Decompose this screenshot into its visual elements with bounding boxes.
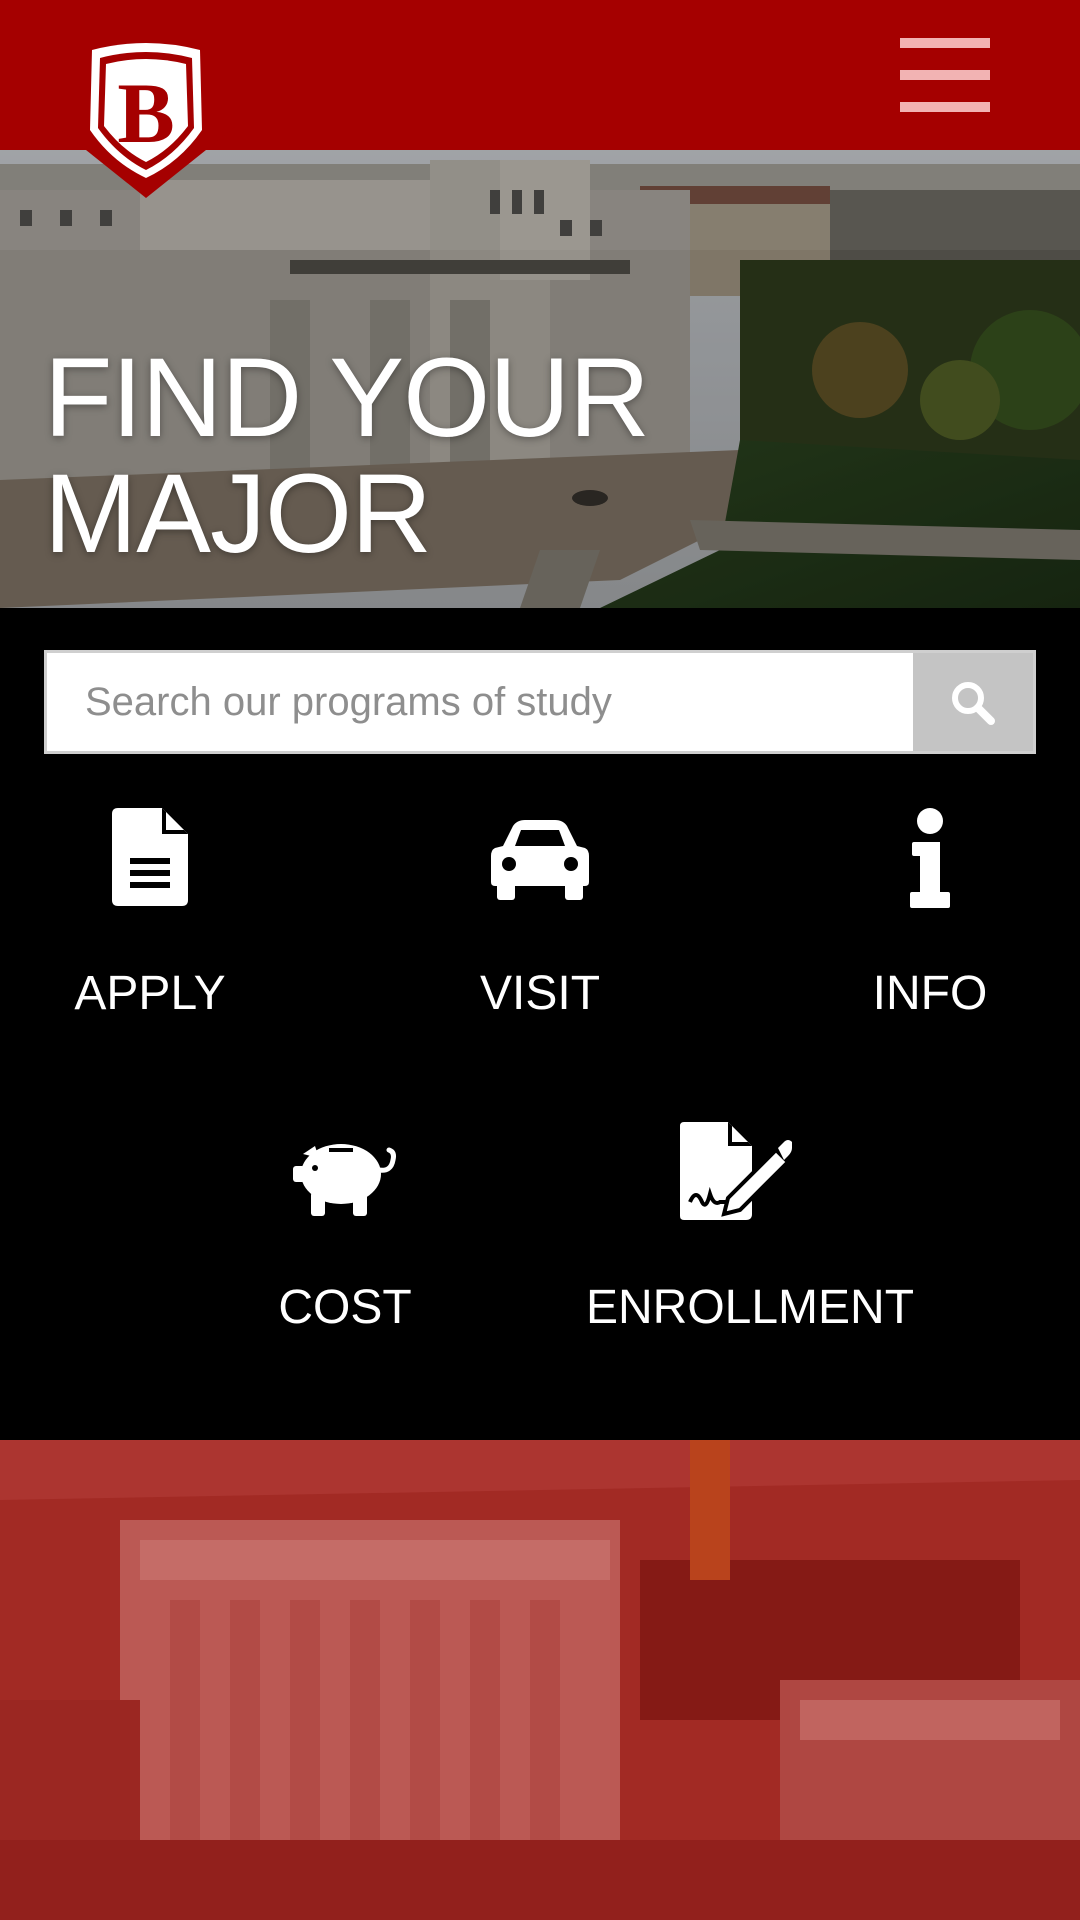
enrollment-link[interactable]: ENROLLMENT xyxy=(580,1122,920,1342)
apply-link[interactable]: APPLY xyxy=(20,808,280,1028)
menu-bar-middle xyxy=(900,70,990,80)
action-icon-wrap xyxy=(800,808,1060,918)
menu-button[interactable] xyxy=(892,34,992,120)
cost-label: COST xyxy=(278,1281,412,1334)
hero-banner: FIND YOUR MAJOR xyxy=(0,150,1080,608)
visit-label: VISIT xyxy=(479,967,601,1020)
cost-link[interactable]: COST xyxy=(215,1122,475,1342)
program-search xyxy=(44,650,1036,754)
action-icon-wrap xyxy=(580,1122,920,1232)
piggy-bank-icon xyxy=(293,1144,396,1216)
document-icon xyxy=(112,808,188,906)
search-input[interactable] xyxy=(47,653,917,751)
info-label: INFO xyxy=(872,967,988,1020)
visit-link[interactable]: VISIT xyxy=(410,808,670,1028)
campus-photo-red xyxy=(0,1440,1080,1920)
info-icon xyxy=(910,808,950,908)
red-campus-photo-band xyxy=(0,1440,1080,1920)
hero-title: FIND YOUR MAJOR xyxy=(44,340,944,572)
car-icon xyxy=(491,820,589,900)
enrollment-label: ENROLLMENT xyxy=(585,1281,915,1334)
action-icon-wrap xyxy=(20,808,280,918)
search-icon xyxy=(952,682,995,725)
action-icon-wrap xyxy=(410,808,670,918)
apply-label: APPLY xyxy=(74,967,226,1020)
shield-logo-icon: B xyxy=(56,30,236,198)
action-icon-wrap xyxy=(215,1122,475,1232)
search-button[interactable] xyxy=(913,653,1033,751)
logo-letter: B xyxy=(117,65,174,161)
hero-title-line-2: MAJOR xyxy=(44,451,432,576)
info-link[interactable]: INFO xyxy=(800,808,1060,1028)
menu-bar-bottom xyxy=(900,102,990,112)
university-logo[interactable]: B xyxy=(56,30,236,198)
signed-document-icon xyxy=(680,1122,792,1220)
menu-bar-top xyxy=(900,38,990,48)
hero-title-line-1: FIND YOUR xyxy=(44,335,650,460)
